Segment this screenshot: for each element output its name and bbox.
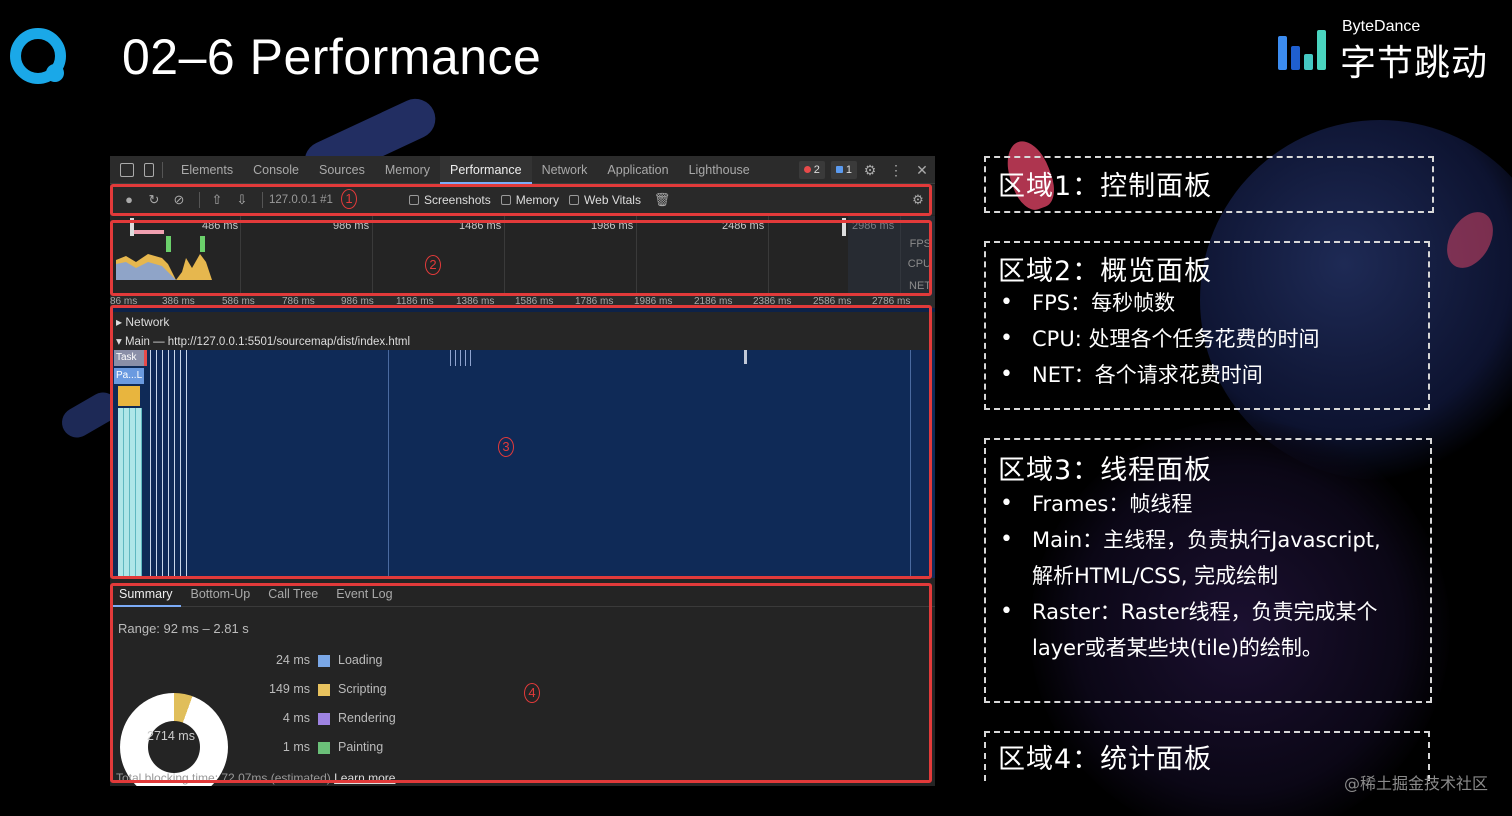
gear-icon[interactable]: ⚙ bbox=[857, 162, 883, 179]
tab-elements[interactable]: Elements bbox=[171, 156, 243, 184]
message-badge[interactable]: 1 bbox=[830, 161, 857, 179]
bytedance-logo-icon bbox=[1278, 30, 1328, 70]
panel-list: Frames：帧线程 Main：主线程，负责执行Javascript,解析HTM… bbox=[996, 486, 1381, 666]
list-item: Frames：帧线程 bbox=[996, 486, 1381, 522]
region-4-highlight bbox=[110, 583, 932, 783]
background-shape bbox=[1437, 204, 1503, 276]
page-title: 02–6 Performance bbox=[122, 29, 542, 85]
logo-icon bbox=[10, 28, 66, 84]
tab-network[interactable]: Network bbox=[532, 156, 598, 184]
panel-title: 区域2：概览面板 bbox=[998, 256, 1213, 287]
tab-memory[interactable]: Memory bbox=[375, 156, 440, 184]
region-2-highlight bbox=[110, 220, 932, 296]
error-badge[interactable]: 2 bbox=[798, 161, 825, 179]
region-4-marker: 4 bbox=[524, 683, 540, 703]
region-1-highlight bbox=[110, 184, 932, 216]
panel-list: FPS：每秒帧数 CPU: 处理各个任务花费的时间 NET：各个请求花费时间 bbox=[996, 285, 1319, 393]
region-1-marker: 1 bbox=[341, 189, 357, 209]
panel-region-2: 区域2：概览面板 FPS：每秒帧数 CPU: 处理各个任务花费的时间 NET：各… bbox=[984, 241, 1430, 410]
list-item: Raster：Raster线程，负责完成某个layer或者某些块(tile)的绘… bbox=[996, 594, 1381, 666]
close-icon[interactable]: ✕ bbox=[909, 162, 935, 179]
region-2-marker: 2 bbox=[425, 255, 441, 275]
brand-name-cn: 字节跳动 bbox=[1340, 43, 1489, 84]
panel-region-1: 区域1：控制面板 bbox=[984, 156, 1434, 213]
region-3-marker: 3 bbox=[498, 437, 514, 457]
region-3-highlight bbox=[110, 305, 932, 579]
device-toggle-icon[interactable] bbox=[144, 162, 154, 177]
more-icon[interactable]: ⋮ bbox=[883, 162, 909, 179]
tab-console[interactable]: Console bbox=[243, 156, 309, 184]
divider bbox=[162, 161, 163, 178]
watermark: @稀土掘金技术社区 bbox=[1343, 774, 1488, 793]
list-item: NET：各个请求花费时间 bbox=[996, 357, 1319, 393]
panel-title: 区域1：控制面板 bbox=[998, 171, 1213, 202]
list-item: CPU: 处理各个任务花费的时间 bbox=[996, 321, 1319, 357]
list-item: Main：主线程，负责执行Javascript,解析HTML/CSS, 完成绘制 bbox=[996, 522, 1381, 594]
panel-region-3: 区域3：线程面板 Frames：帧线程 Main：主线程，负责执行Javascr… bbox=[984, 438, 1432, 703]
list-item: FPS：每秒帧数 bbox=[996, 285, 1319, 321]
panel-title: 区域4：统计面板 bbox=[998, 744, 1213, 775]
tab-sources[interactable]: Sources bbox=[309, 156, 375, 184]
tab-performance[interactable]: Performance bbox=[440, 156, 532, 184]
panel-title: 区域3：线程面板 bbox=[998, 455, 1213, 486]
inspect-icon[interactable] bbox=[120, 162, 134, 177]
tab-application[interactable]: Application bbox=[597, 156, 678, 184]
devtools-tab-bar: Elements Console Sources Memory Performa… bbox=[110, 156, 935, 184]
tab-lighthouse[interactable]: Lighthouse bbox=[679, 156, 760, 184]
